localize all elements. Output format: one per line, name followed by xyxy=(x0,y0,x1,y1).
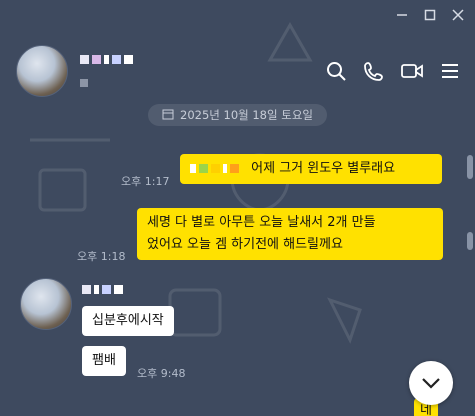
date-pill: 2025년 10월 18일 토요일 xyxy=(148,104,327,126)
menu-icon[interactable] xyxy=(439,60,461,82)
scrollbar-thumb[interactable] xyxy=(467,232,473,250)
scroll-to-bottom-button[interactable] xyxy=(409,361,453,405)
message-text-line: 었어요 오늘 겜 하기전에 해드릴께요 xyxy=(147,237,343,252)
message-time: 오후 1:17 xyxy=(121,175,170,188)
chat-title-block xyxy=(80,52,141,90)
video-call-icon[interactable] xyxy=(401,60,423,82)
message-time: 오후 9:48 xyxy=(137,367,186,380)
phone-icon[interactable] xyxy=(363,60,385,82)
message-bubble-out[interactable]: 세명 다 별로 아무튼 오늘 날새서 2개 만들 었어요 오늘 겜 하기전에 해… xyxy=(137,208,443,260)
date-divider: 2025년 10월 18일 토요일 xyxy=(0,104,475,126)
message-text: 어제 그거 윈도우 별루래요 xyxy=(251,161,396,176)
chat-name-redacted xyxy=(80,55,133,64)
message-text-line: 세명 다 별로 아무튼 오늘 날새서 2개 만들 xyxy=(147,215,376,230)
redacted-attachment xyxy=(190,164,239,173)
calendar-icon xyxy=(162,108,174,123)
header-actions xyxy=(325,60,461,82)
minimize-icon[interactable] xyxy=(395,8,409,22)
close-icon[interactable] xyxy=(451,8,465,22)
message-time: 오후 1:18 xyxy=(77,250,126,263)
message-text: 팸배 xyxy=(92,353,116,368)
chat-header xyxy=(16,40,461,102)
chevron-down-icon xyxy=(421,374,441,393)
window-controls xyxy=(395,8,465,22)
search-icon[interactable] xyxy=(325,60,347,82)
maximize-icon[interactable] xyxy=(423,8,437,22)
sender-name xyxy=(82,282,131,296)
date-text: 2025년 10월 18일 토요일 xyxy=(180,108,313,122)
chat-name[interactable] xyxy=(80,52,141,67)
message-bubble-out[interactable]: 어제 그거 윈도우 별루래요 xyxy=(180,154,442,184)
scrollbar-thumb[interactable] xyxy=(467,155,473,179)
message-bubble-in[interactable]: 팸배 xyxy=(82,346,126,376)
message-bubble-in[interactable]: 십분후에시작 xyxy=(82,306,174,336)
sender-avatar[interactable] xyxy=(20,278,72,330)
member-count xyxy=(80,77,141,90)
message-text: 십분후에시작 xyxy=(92,313,164,328)
chat-avatar[interactable] xyxy=(16,45,68,97)
